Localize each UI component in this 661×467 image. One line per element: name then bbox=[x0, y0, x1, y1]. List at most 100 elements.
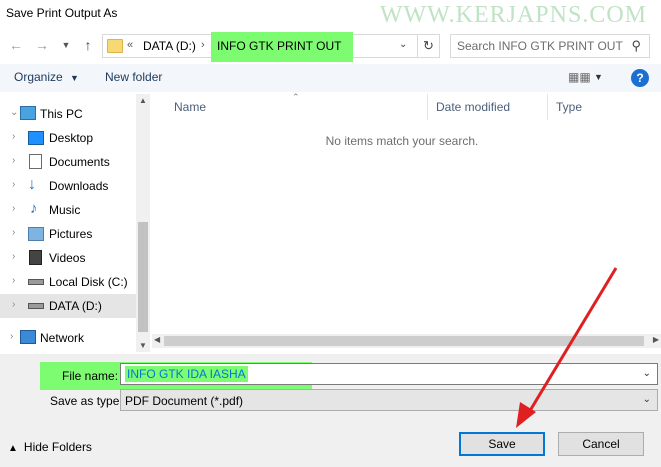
command-bar: Organize ▼ New folder ▦▦ ▼ ? bbox=[0, 64, 661, 92]
expand-arrow-icon[interactable]: › bbox=[10, 331, 13, 342]
save-as-type-select[interactable]: PDF Document (*.pdf) ⌄ bbox=[120, 389, 658, 411]
documents-icon bbox=[29, 154, 42, 169]
window-title: Save Print Output As bbox=[6, 6, 118, 20]
computer-icon bbox=[20, 106, 36, 120]
refresh-icon: ↻ bbox=[423, 38, 434, 53]
hide-folders-button[interactable]: ▲ Hide Folders bbox=[8, 440, 92, 454]
refresh-button[interactable]: ↻ bbox=[418, 34, 440, 58]
expand-arrow-icon[interactable]: › bbox=[12, 203, 15, 214]
sidebar-item-label: DATA (D:) bbox=[49, 299, 102, 313]
scrollbar-thumb[interactable] bbox=[164, 336, 644, 346]
up-button[interactable]: ↑ bbox=[78, 34, 98, 56]
save-as-type-label: Save as type: bbox=[50, 394, 123, 408]
organize-label: Organize bbox=[14, 70, 63, 84]
scroll-right-icon[interactable]: ▶ bbox=[653, 335, 659, 344]
download-icon: ↓ bbox=[28, 176, 36, 193]
sidebar-item-videos[interactable]: › Videos bbox=[0, 246, 136, 270]
sidebar-item-documents[interactable]: › Documents bbox=[0, 150, 136, 174]
forward-button[interactable]: → bbox=[32, 34, 52, 56]
drive-icon bbox=[28, 279, 44, 285]
hide-folders-label: Hide Folders bbox=[23, 440, 92, 454]
sidebar-item-label: Pictures bbox=[49, 227, 93, 241]
search-input[interactable] bbox=[457, 36, 627, 56]
watermark: WWW.KERJAPNS.COM bbox=[379, 2, 647, 28]
chevron-down-icon[interactable]: ⌄ bbox=[399, 39, 407, 50]
breadcrumb-current-folder[interactable]: INFO GTK PRINT OUT bbox=[211, 32, 353, 62]
help-icon[interactable]: ? bbox=[631, 69, 649, 87]
pictures-icon bbox=[28, 227, 44, 241]
sidebar-item-network[interactable]: › Network bbox=[0, 326, 136, 350]
chevron-up-icon: ▲ bbox=[8, 443, 18, 454]
title-bar: Save Print Output As WWW.KERJAPNS.COM bbox=[0, 0, 661, 28]
drive-icon bbox=[28, 303, 44, 309]
sidebar-scrollbar[interactable]: ▲ ▼ bbox=[136, 94, 150, 352]
search-icon: ⚲ bbox=[631, 38, 641, 53]
chevron-down-icon: ▼ bbox=[70, 73, 79, 83]
videos-icon bbox=[29, 250, 42, 265]
file-name-input[interactable]: INFO GTK IDA IASHA ⌄ bbox=[120, 363, 658, 385]
new-folder-button[interactable]: New folder bbox=[105, 70, 162, 84]
expand-arrow-icon[interactable]: › bbox=[12, 179, 15, 190]
scrollbar-thumb[interactable] bbox=[138, 222, 148, 332]
scroll-up-icon[interactable]: ▲ bbox=[139, 96, 147, 105]
sidebar-item-label: This PC bbox=[40, 107, 83, 121]
back-button[interactable]: ← bbox=[6, 34, 26, 56]
chevron-down-icon: ▼ bbox=[61, 40, 71, 50]
sidebar-item-desktop[interactable]: › Desktop bbox=[0, 126, 136, 150]
collapse-arrow-icon[interactable]: ⌄ bbox=[10, 107, 18, 118]
column-header-date-modified[interactable]: Date modified bbox=[428, 94, 548, 120]
save-form: File name: INFO GTK IDA IASHA ⌄ Save as … bbox=[0, 354, 661, 467]
sidebar-item-local-disk[interactable]: › Local Disk (C:) bbox=[0, 270, 136, 294]
sidebar-item-downloads[interactable]: › ↓ Downloads bbox=[0, 174, 136, 198]
navigation-bar: ← → ▼ ↑ « DATA (D:) › INFO GTK PRINT OUT… bbox=[0, 28, 661, 64]
breadcrumb-data-drive[interactable]: DATA (D:) bbox=[143, 39, 196, 53]
expand-arrow-icon[interactable]: › bbox=[12, 251, 15, 262]
sidebar-item-label: Videos bbox=[49, 251, 86, 265]
file-name-label: File name: bbox=[62, 369, 119, 383]
file-name-value[interactable]: INFO GTK IDA IASHA bbox=[125, 366, 248, 382]
sidebar-item-label: Downloads bbox=[49, 179, 109, 193]
save-as-type-value: PDF Document (*.pdf) bbox=[125, 394, 244, 408]
folder-icon bbox=[107, 39, 123, 53]
arrow-up-icon: ↑ bbox=[84, 37, 92, 53]
sidebar-item-label: Documents bbox=[49, 155, 110, 169]
sidebar-item-pictures[interactable]: › Pictures bbox=[0, 222, 136, 246]
network-icon bbox=[20, 330, 36, 344]
music-icon: ♪ bbox=[30, 200, 38, 217]
expand-arrow-icon[interactable]: › bbox=[12, 155, 15, 166]
sidebar-item-label: Local Disk (C:) bbox=[49, 275, 128, 289]
sidebar-item-label: Network bbox=[40, 331, 85, 345]
arrow-right-icon: → bbox=[35, 37, 49, 53]
sidebar-item-music[interactable]: › ♪ Music bbox=[0, 198, 136, 222]
address-bar[interactable]: « DATA (D:) › INFO GTK PRINT OUT ⌄ bbox=[102, 32, 418, 62]
horizontal-scrollbar[interactable]: ◀ ▶ bbox=[152, 334, 661, 348]
chevron-down-icon[interactable]: ⌄ bbox=[643, 368, 651, 379]
recent-locations-button[interactable]: ▼ bbox=[56, 34, 76, 56]
cancel-button[interactable]: Cancel bbox=[558, 432, 644, 456]
search-box[interactable]: ⚲ bbox=[450, 34, 650, 58]
organize-button[interactable]: Organize ▼ bbox=[14, 70, 79, 84]
expand-arrow-icon[interactable]: › bbox=[12, 131, 15, 142]
column-header-name[interactable]: Name bbox=[166, 94, 428, 120]
expand-arrow-icon[interactable]: › bbox=[12, 227, 15, 238]
chevron-right-icon[interactable]: › bbox=[201, 39, 205, 51]
expand-arrow-icon[interactable]: › bbox=[12, 299, 15, 310]
chevron-down-icon[interactable]: ▼ bbox=[594, 72, 603, 82]
save-button[interactable]: Save bbox=[459, 432, 545, 456]
view-options-icon[interactable]: ▦▦ bbox=[568, 70, 591, 84]
sidebar-item-label: Desktop bbox=[49, 131, 94, 145]
sidebar-item-label: Music bbox=[49, 203, 81, 217]
sidebar-item-data-drive[interactable]: › DATA (D:) bbox=[0, 294, 136, 318]
desktop-icon bbox=[28, 131, 44, 145]
scroll-left-icon[interactable]: ◀ bbox=[154, 335, 160, 344]
breadcrumb-overflow[interactable]: « bbox=[127, 39, 133, 51]
navigation-pane: ⌄ This PC › Desktop › Documents › ↓ Down… bbox=[0, 94, 150, 352]
sidebar-item-this-pc[interactable]: ⌄ This PC bbox=[0, 102, 136, 126]
expand-arrow-icon[interactable]: › bbox=[12, 275, 15, 286]
empty-message: No items match your search. bbox=[325, 134, 479, 148]
file-list[interactable]: ⌃ Name Date modified Type No items match… bbox=[152, 92, 661, 352]
chevron-down-icon[interactable]: ⌄ bbox=[643, 394, 651, 405]
scroll-down-icon[interactable]: ▼ bbox=[139, 341, 147, 350]
column-header-type[interactable]: Type bbox=[548, 94, 648, 120]
arrow-left-icon: ← bbox=[9, 37, 23, 53]
